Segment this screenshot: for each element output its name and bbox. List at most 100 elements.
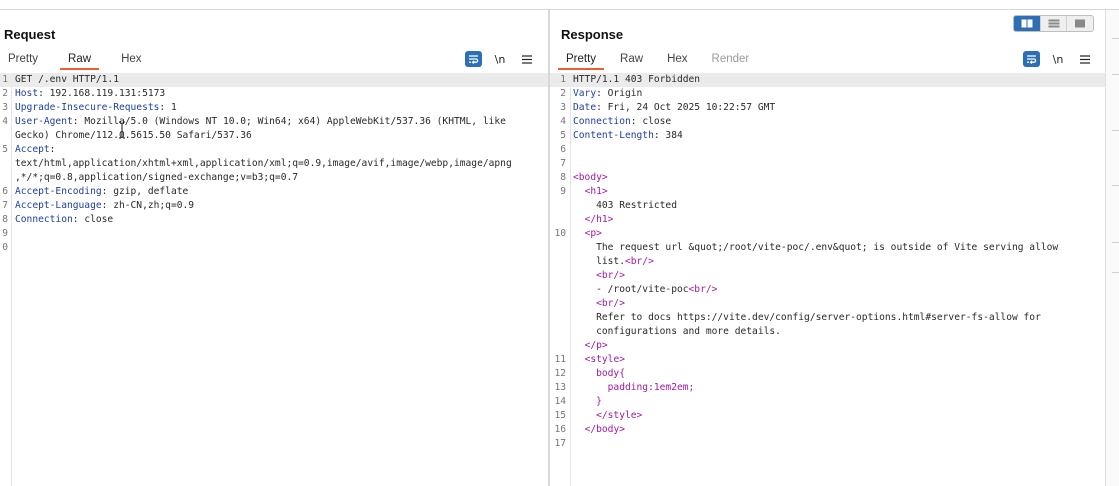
code-text: Accept: [15, 143, 55, 157]
strip-divider [1112, 185, 1119, 186]
code-text: Refer to docs https://vite.dev/config/se… [573, 311, 1041, 325]
code-text: <style> [573, 353, 625, 367]
header-name: Date [573, 102, 597, 113]
code-line: 0 [0, 241, 548, 255]
inspector-side-strip[interactable] [1105, 10, 1119, 486]
html-tag: <h1> [584, 186, 608, 197]
code-line: 4 User-Agent: Mozilla/5.0 (Windows NT 10.… [0, 115, 548, 129]
html-tag: } [596, 396, 602, 407]
code-line: 5 Accept: [0, 143, 548, 157]
html-tag: <p> [584, 228, 602, 239]
request-show-newlines-button[interactable]: \n [492, 51, 508, 67]
code-text: } [573, 395, 602, 409]
header-name: Content-Length [573, 130, 654, 141]
code-text: <h1> [573, 185, 608, 199]
code-line: 3 Upgrade-Insecure-Requests: 1 [0, 101, 548, 115]
layout-single-button[interactable] [1067, 16, 1093, 31]
code-text: Accept-Language: zh-CN,zh;q=0.9 [15, 199, 194, 213]
code-token: : Mozilla/5.0 (Windows NT 10.0; Win64; x… [72, 116, 506, 127]
code-token: configurations and more details. [573, 326, 781, 337]
response-toolbar: \n [1023, 51, 1093, 67]
response-menu-button[interactable] [1076, 51, 1093, 67]
line-number: 2 [560, 88, 566, 99]
code-token: text/html,application/xhtml+xml,applicat… [15, 158, 512, 169]
code-line: 14 } [550, 395, 1105, 409]
response-tab-hex[interactable]: Hex [659, 51, 695, 70]
code-text: HTTP/1.1 403 Forbidden [573, 73, 700, 87]
code-text: <p> [573, 227, 602, 241]
code-line: Refer to docs https://vite.dev/config/se… [550, 311, 1105, 325]
html-tag: <br/> [624, 256, 654, 267]
code-line: <br/> [550, 269, 1105, 283]
html-tag: </style> [596, 410, 643, 421]
code-line: configurations and more details. [550, 325, 1105, 339]
code-text: Date: Fri, 24 Oct 2025 10:22:57 GMT [573, 101, 775, 115]
code-line: ,*/*;q=0.8,application/signed-exchange;v… [0, 171, 548, 185]
wrap-lines-icon [469, 55, 479, 64]
line-number: 14 [554, 396, 566, 407]
request-title: Request [4, 27, 56, 42]
side-by-side-icon [1021, 19, 1033, 28]
stacked-rows-icon [1048, 19, 1059, 28]
code-text: Accept-Encoding: gzip, deflate [15, 185, 188, 199]
request-tab-hex[interactable]: Hex [113, 51, 149, 70]
response-show-newlines-button[interactable]: \n [1050, 51, 1066, 67]
layout-side-by-side-button[interactable] [1014, 16, 1041, 31]
line-number: 11 [554, 354, 566, 365]
line-number: 15 [554, 410, 566, 421]
code-text: list.<br/> [573, 255, 654, 269]
code-text: Gecko) Chrome/112.0.5615.50 Safari/537.3… [15, 129, 252, 143]
code-line: 9 <h1> [550, 185, 1105, 199]
line-number: 8 [2, 214, 8, 225]
request-tab-raw[interactable]: Raw [60, 51, 100, 70]
code-line: 8 Connection: close [0, 213, 548, 227]
code-token: : Fri, 24 Oct 2025 10:22:57 GMT [596, 102, 776, 113]
code-line: 6 [550, 143, 1105, 157]
request-tab-pretty[interactable]: Pretty [0, 51, 46, 70]
code-token: : 384 [653, 130, 683, 141]
header-name: Upgrade-Insecure-Requests [15, 102, 160, 113]
html-tag: <br/> [596, 270, 625, 281]
response-tab-pretty[interactable]: Pretty [558, 51, 605, 70]
line-number: 3 [560, 102, 566, 113]
response-wrap-lines-button[interactable] [1023, 51, 1040, 67]
hamburger-menu-icon [521, 54, 532, 64]
line-number: 12 [554, 368, 566, 379]
response-tab-raw[interactable]: Raw [612, 51, 651, 70]
code-line: 13 padding:1em2em; [550, 381, 1105, 395]
response-tab-render[interactable]: Render [704, 51, 758, 70]
request-editor[interactable]: 1 GET /.env HTTP/1.1 2 Host: 192.168.119.13… [0, 73, 548, 486]
code-token: GET /.env HTTP/1.1 [15, 74, 119, 85]
code-line: Gecko) Chrome/112.0.5615.50 Safari/537.3… [0, 129, 548, 143]
code-text: Host: 192.168.119.131:5173 [15, 87, 165, 101]
code-token: list. [573, 256, 625, 267]
request-tabs: Pretty Raw Hex [0, 51, 164, 70]
code-token: The request url &quot;/root/vite-poc/.en… [573, 242, 1059, 253]
line-number: 4 [2, 116, 8, 127]
request-wrap-lines-button[interactable] [465, 51, 482, 67]
code-token: : 1 [159, 102, 177, 113]
code-text: </h1> [573, 213, 614, 227]
code-line: 7 [550, 157, 1105, 171]
code-text: ,*/*;q=0.8,application/signed-exchange;v… [15, 171, 298, 185]
code-token: : close [72, 214, 114, 225]
code-line: 11 <style> [550, 353, 1105, 367]
code-token: : Origin [596, 88, 643, 99]
code-token: : zh-CN,zh;q=0.9 [101, 200, 195, 211]
layout-stacked-button[interactable] [1041, 16, 1068, 31]
line-number: 0 [2, 242, 8, 253]
code-text: 403 Restricted [573, 199, 677, 213]
request-menu-button[interactable] [518, 51, 535, 67]
html-tag: </h1> [584, 214, 614, 225]
response-editor[interactable]: 1 HTTP/1.1 403 Forbidden 2 Vary: Origin 3 Dat… [550, 73, 1105, 486]
code-line: 5 Content-Length: 384 [550, 129, 1105, 143]
strip-divider [1112, 242, 1119, 243]
code-line: </h1> [550, 213, 1105, 227]
line-number: 13 [554, 382, 566, 393]
code-text: - /root/vite-poc<br/> [573, 283, 717, 297]
html-tag: <br/> [596, 298, 625, 309]
code-line: 403 Restricted [550, 199, 1105, 213]
code-text: padding:1em2em; [573, 381, 695, 395]
layout-switch [1013, 15, 1094, 32]
